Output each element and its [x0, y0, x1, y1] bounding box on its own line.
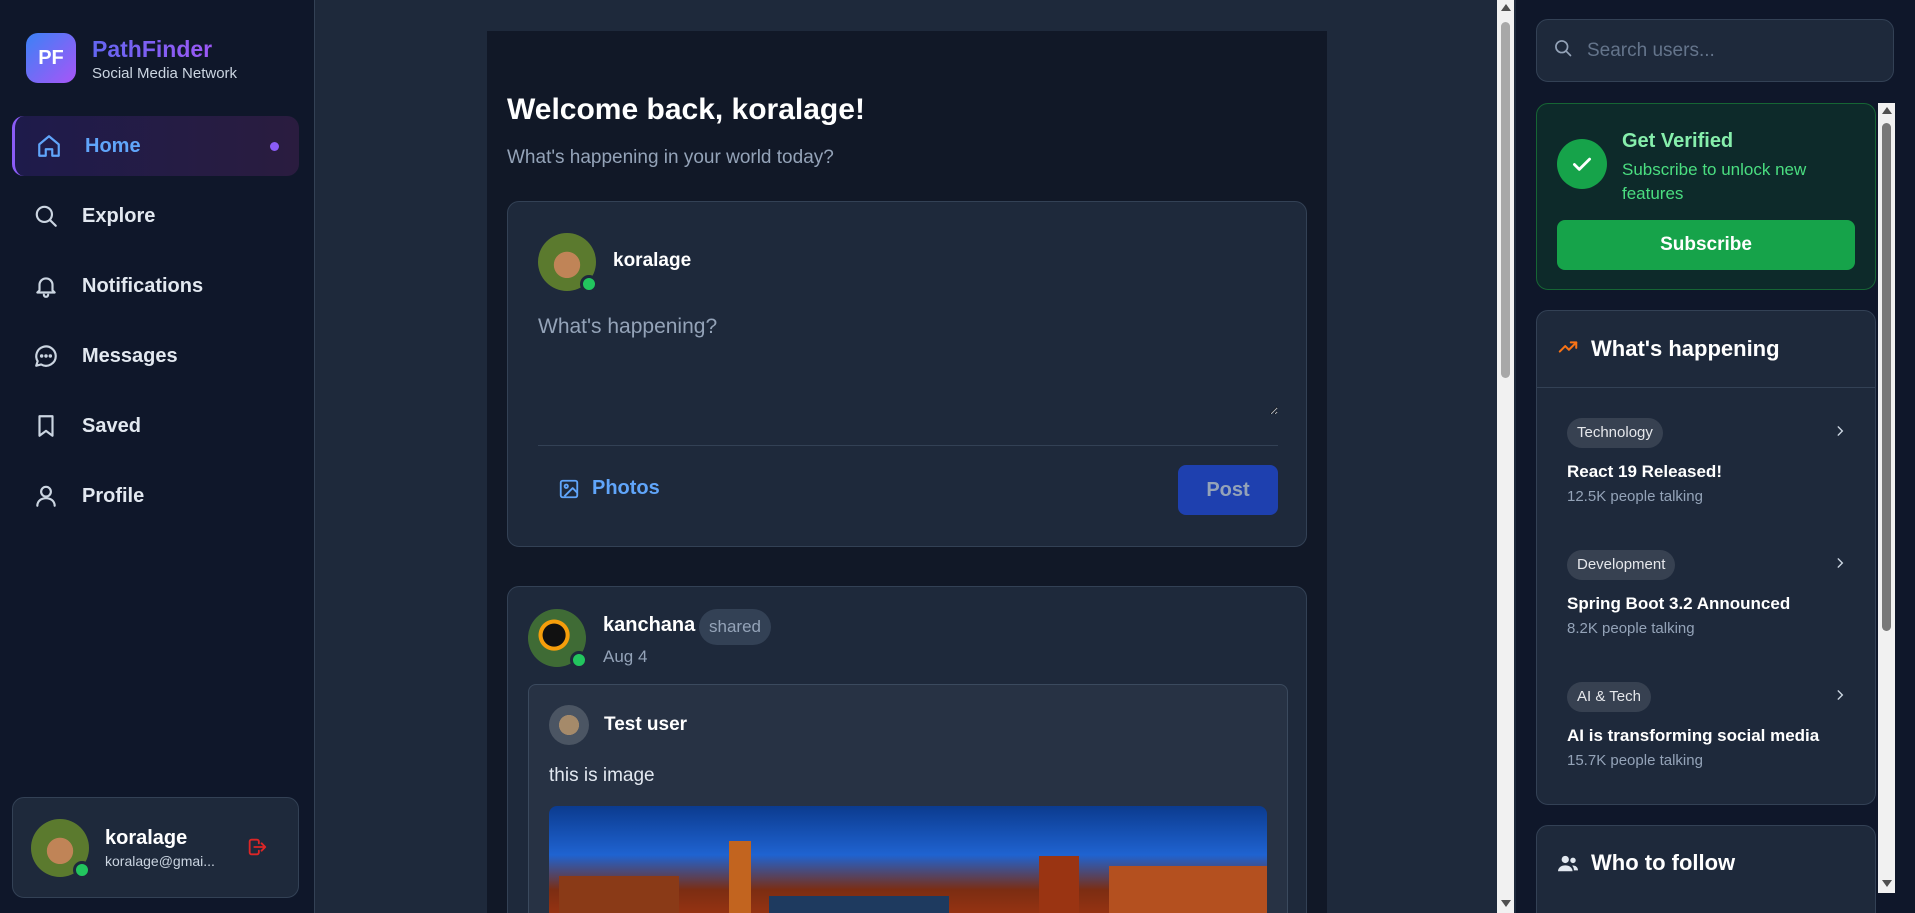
- image-icon: [558, 478, 580, 500]
- left-sidebar: PF PathFinder Social Media Network Home …: [0, 0, 315, 913]
- add-photos-button[interactable]: Photos: [558, 477, 660, 500]
- avatar[interactable]: [538, 233, 598, 293]
- trend-item[interactable]: Development Spring Boot 3.2 Announced 8.…: [1567, 550, 1847, 637]
- image-detail: [559, 876, 679, 913]
- scroll-up-arrow-icon[interactable]: [1882, 107, 1892, 114]
- scrollbar-thumb[interactable]: [1501, 22, 1510, 378]
- bookmark-icon: [32, 412, 60, 440]
- subscribe-button[interactable]: Subscribe: [1557, 220, 1855, 270]
- brand-logo: PF: [26, 33, 76, 83]
- post-author-name[interactable]: kanchana: [603, 614, 695, 637]
- user-icon: [32, 482, 60, 510]
- post-date: Aug 4: [603, 647, 648, 666]
- right-sidebar: Get Verified Subscribe to unlock new fea…: [1516, 0, 1915, 913]
- shared-post-text: this is image: [549, 765, 655, 786]
- trends-card: What's happening Technology React 19 Rel…: [1536, 310, 1876, 805]
- main-nav: Home Explore Notifications Messages Save…: [12, 116, 299, 536]
- post-image[interactable]: [549, 806, 1267, 913]
- post-button[interactable]: Post: [1178, 465, 1278, 515]
- logout-icon[interactable]: [246, 836, 268, 863]
- bell-icon: [32, 272, 60, 300]
- nav-label: Saved: [82, 414, 141, 437]
- trend-item[interactable]: AI & Tech AI is transforming social medi…: [1567, 682, 1847, 769]
- trends-title: What's happening: [1591, 336, 1780, 361]
- nav-label: Profile: [82, 484, 145, 507]
- trend-tag: Technology: [1567, 418, 1663, 448]
- scroll-down-arrow-icon[interactable]: [1501, 900, 1511, 907]
- divider: [538, 445, 1278, 446]
- search-icon: [32, 202, 60, 230]
- verify-title: Get Verified: [1622, 130, 1734, 152]
- trend-meta: 8.2K people talking: [1567, 620, 1695, 637]
- chevron-right-icon: [1833, 556, 1847, 575]
- nav-item-profile[interactable]: Profile: [12, 466, 299, 526]
- active-indicator-dot: [270, 141, 279, 151]
- nav-label: Explore: [82, 204, 156, 227]
- image-detail: [769, 896, 949, 913]
- avatar[interactable]: [528, 609, 588, 669]
- welcome-subtitle: What's happening in your world today?: [507, 147, 834, 168]
- get-verified-card: Get Verified Subscribe to unlock new fea…: [1536, 103, 1876, 290]
- post-composer: koralage Photos Post: [507, 201, 1307, 547]
- nav-item-saved[interactable]: Saved: [12, 396, 299, 456]
- nav-item-home[interactable]: Home: [12, 116, 299, 176]
- image-detail: [729, 841, 751, 913]
- online-status-dot: [580, 275, 598, 293]
- trend-meta: 15.7K people talking: [1567, 752, 1703, 769]
- scrollbar-thumb[interactable]: [1882, 123, 1891, 631]
- image-detail: [1039, 856, 1079, 913]
- chevron-right-icon: [1833, 424, 1847, 443]
- avatar[interactable]: [549, 705, 589, 745]
- home-icon: [35, 132, 63, 160]
- current-user-card[interactable]: koralage koralage@gmai...: [12, 797, 299, 898]
- main-feed: Welcome back, koralage! What's happening…: [487, 31, 1327, 913]
- search-input[interactable]: [1587, 39, 1867, 62]
- users-icon: [1557, 854, 1579, 879]
- trend-tag: AI & Tech: [1567, 682, 1651, 712]
- who-to-follow-card: Who to follow: [1536, 825, 1876, 913]
- verify-subtitle: Subscribe to unlock new features: [1622, 160, 1807, 203]
- shared-badge: shared: [699, 609, 771, 645]
- avatar[interactable]: [31, 818, 91, 879]
- nav-item-notifications[interactable]: Notifications: [12, 256, 299, 316]
- scroll-up-arrow-icon[interactable]: [1501, 4, 1511, 11]
- trend-title: React 19 Released!: [1567, 462, 1722, 481]
- online-status-dot: [73, 860, 91, 879]
- message-circle-icon: [32, 342, 60, 370]
- current-user-name: koralage: [105, 826, 188, 849]
- nav-item-messages[interactable]: Messages: [12, 326, 299, 386]
- trending-up-icon: [1557, 336, 1579, 363]
- post-text-input[interactable]: [538, 315, 1278, 415]
- current-user-email: koralage@gmai...: [105, 852, 215, 869]
- user-search[interactable]: [1536, 19, 1894, 82]
- trend-title: Spring Boot 3.2 Announced: [1567, 594, 1791, 613]
- right-panel-scrollbar[interactable]: [1878, 103, 1895, 893]
- brand[interactable]: PF PathFinder Social Media Network: [26, 33, 237, 83]
- nav-label: Home: [85, 134, 141, 157]
- nav-label: Notifications: [82, 274, 204, 297]
- brand-tagline: Social Media Network: [92, 64, 238, 82]
- shared-post-author[interactable]: Test user: [604, 714, 687, 736]
- trend-title: AI is transforming social media: [1567, 726, 1820, 745]
- trend-item[interactable]: Technology React 19 Released! 12.5K peop…: [1567, 418, 1847, 505]
- nav-label: Messages: [82, 344, 178, 367]
- main-scrollbar[interactable]: [1497, 0, 1514, 913]
- nav-item-explore[interactable]: Explore: [12, 186, 299, 246]
- trend-tag: Development: [1567, 550, 1676, 580]
- welcome-heading: Welcome back, koralage!: [507, 93, 865, 126]
- brand-name: PathFinder: [92, 35, 237, 63]
- check-icon: [1557, 139, 1607, 189]
- trends-header: What's happening: [1537, 311, 1875, 388]
- scroll-down-arrow-icon[interactable]: [1882, 880, 1892, 887]
- who-to-follow-title: Who to follow: [1591, 850, 1736, 875]
- trend-meta: 12.5K people talking: [1567, 488, 1703, 505]
- composer-username: koralage: [613, 250, 692, 271]
- shared-post[interactable]: Test user this is image: [528, 684, 1288, 913]
- image-detail: [1109, 866, 1267, 913]
- online-status-dot: [570, 651, 588, 669]
- chevron-right-icon: [1833, 688, 1847, 707]
- feed-post: kanchana shared Aug 4 Test user this is …: [507, 586, 1307, 913]
- photos-label: Photos: [592, 477, 660, 499]
- search-icon: [1553, 38, 1573, 63]
